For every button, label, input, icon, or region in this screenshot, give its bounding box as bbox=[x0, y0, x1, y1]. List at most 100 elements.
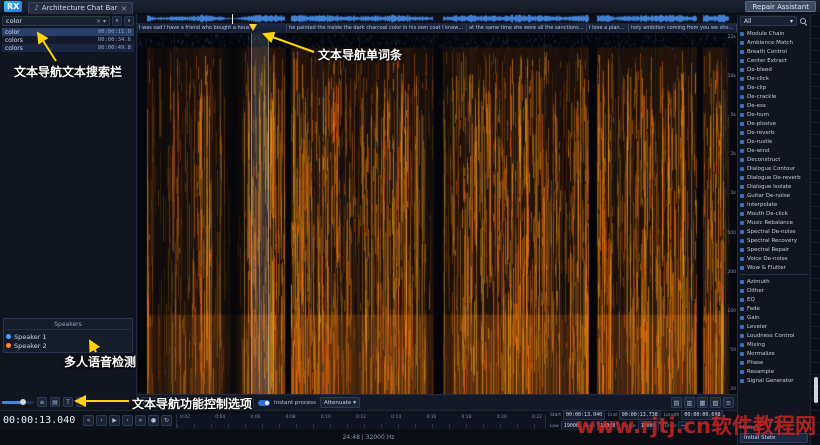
transport-button[interactable]: « bbox=[83, 415, 94, 426]
view-option-icon[interactable]: ▦ bbox=[697, 397, 708, 408]
transport-button[interactable]: ↻ bbox=[161, 415, 172, 426]
module-icon bbox=[740, 239, 744, 243]
module-item[interactable]: Leveler bbox=[740, 322, 808, 331]
text-nav-slider[interactable] bbox=[2, 401, 34, 404]
module-item[interactable]: Breath Control bbox=[740, 47, 808, 56]
module-filter-dropdown[interactable]: All ▾ bbox=[740, 16, 797, 26]
annotation-controls: 文本导航功能控制选项 bbox=[132, 395, 252, 412]
module-item[interactable]: Spectral Recovery bbox=[740, 236, 808, 245]
slider-knob[interactable] bbox=[20, 399, 26, 405]
module-item[interactable]: Loudness Control bbox=[740, 331, 808, 340]
repair-assistant-button[interactable]: Repair Assistant bbox=[745, 1, 816, 12]
module-item[interactable]: Mixing bbox=[740, 340, 808, 349]
file-tab[interactable]: ♪ Architecture Chat Bar × bbox=[28, 2, 133, 14]
speaker-row[interactable]: Speaker 1 bbox=[6, 332, 130, 341]
module-item[interactable]: Music Rebalance bbox=[740, 218, 808, 227]
module-icon bbox=[740, 68, 744, 72]
search-result-row[interactable]: color 00:00:11.0 bbox=[2, 28, 134, 36]
module-item[interactable]: Deconstruct bbox=[740, 155, 808, 164]
module-label: De-wind bbox=[747, 148, 770, 154]
module-item[interactable]: Guitar De-noise bbox=[740, 191, 808, 200]
module-item[interactable]: Azimuth bbox=[740, 277, 808, 286]
transcript-segment-label: he painted the inside the dark charcoal … bbox=[289, 25, 464, 31]
module-search-icon[interactable] bbox=[799, 17, 808, 26]
module-item[interactable]: Dither bbox=[740, 286, 808, 295]
ruler-tick-label: 0:18 bbox=[462, 415, 472, 420]
clear-search-icon[interactable]: × bbox=[96, 18, 101, 25]
search-result-row[interactable]: colors 00:00:34.6 bbox=[2, 36, 134, 44]
attenuate-dropdown[interactable]: Attenuate ▾ bbox=[320, 397, 360, 408]
text-search-input[interactable]: color × ▾ bbox=[2, 16, 110, 26]
module-label: De-bleed bbox=[747, 67, 772, 73]
module-item[interactable]: De-clip bbox=[740, 83, 808, 92]
transcript-segment-label: at the same time she wore all the sancti… bbox=[469, 25, 584, 31]
module-item[interactable]: Normalize bbox=[740, 349, 808, 358]
module-item[interactable]: De-wind bbox=[740, 146, 808, 155]
module-item[interactable]: Module Chain bbox=[740, 29, 808, 38]
transport-button[interactable]: ● bbox=[148, 415, 159, 426]
module-item[interactable]: Mouth De-click bbox=[740, 209, 808, 218]
module-item[interactable]: Gain bbox=[740, 313, 808, 322]
module-item[interactable]: Center Extract bbox=[740, 56, 808, 65]
transcript-segment[interactable]: he painted the inside the dark charcoal … bbox=[287, 24, 467, 32]
module-item[interactable]: De-reverb bbox=[740, 128, 808, 137]
search-result-row[interactable]: colors 00:00:49.8 bbox=[2, 44, 134, 52]
spectrogram-canvas[interactable] bbox=[137, 33, 737, 394]
scrollbar-thumb[interactable] bbox=[814, 377, 818, 403]
transcript-segment[interactable]: I was sad I have a friend who bought a h… bbox=[137, 24, 287, 32]
module-item[interactable]: Voice De-noise bbox=[740, 254, 808, 263]
search-next-button[interactable]: ∨ bbox=[124, 16, 134, 26]
speaker-row[interactable]: Speaker 2 bbox=[6, 341, 130, 350]
module-item[interactable]: Interpolate bbox=[740, 200, 808, 209]
module-item[interactable]: Dialogue Contour bbox=[740, 164, 808, 173]
transport-button[interactable]: » bbox=[135, 415, 146, 426]
module-item[interactable]: De-click bbox=[740, 74, 808, 83]
view-option-icon[interactable]: ▥ bbox=[684, 397, 695, 408]
module-item[interactable]: De-hum bbox=[740, 110, 808, 119]
module-item[interactable]: Resample bbox=[740, 367, 808, 376]
instant-process-toggle[interactable] bbox=[258, 400, 270, 406]
transcript-segment[interactable]: I love a plant m bbox=[587, 24, 629, 32]
module-icon bbox=[740, 334, 744, 338]
module-icon bbox=[740, 86, 744, 90]
timeline-ruler[interactable]: 0:020:040:060:080:100:120:140:160:180:20… bbox=[176, 414, 546, 428]
frequency-scale-label: 100 bbox=[725, 309, 736, 314]
transcript-segment[interactable]: at the same time she wore all the sancti… bbox=[467, 24, 587, 32]
view-option-icon[interactable]: ▧ bbox=[710, 397, 721, 408]
module-item[interactable]: Spectral De-noise bbox=[740, 227, 808, 236]
word-marker-icon[interactable] bbox=[249, 24, 257, 31]
module-item[interactable]: De-bleed bbox=[740, 65, 808, 74]
transcript-segment[interactable]: holy ambition coming from you we should … bbox=[629, 24, 737, 32]
view-option-icon[interactable]: ≡ bbox=[723, 397, 734, 408]
speaker-color-dot bbox=[6, 334, 11, 339]
module-item[interactable]: De-rustle bbox=[740, 137, 808, 146]
module-item[interactable]: De-ess bbox=[740, 101, 808, 110]
module-item[interactable]: EQ bbox=[740, 295, 808, 304]
module-item[interactable]: Ambience Match bbox=[740, 38, 808, 47]
result-term: colors bbox=[5, 37, 23, 44]
module-label: Module Chain bbox=[747, 31, 784, 37]
module-item[interactable]: Dialogue De-reverb bbox=[740, 173, 808, 182]
text-nav-control-icon[interactable]: T bbox=[63, 397, 73, 407]
chevron-down-icon[interactable]: ▾ bbox=[103, 18, 106, 25]
module-item[interactable]: Wow & Flutter bbox=[740, 263, 808, 272]
frequency-scale-label: 200 bbox=[725, 270, 736, 275]
module-item[interactable]: De-plosive bbox=[740, 119, 808, 128]
module-item[interactable]: Spectral Repair bbox=[740, 245, 808, 254]
text-nav-control-icon[interactable]: ▤ bbox=[50, 397, 60, 407]
transport-button[interactable]: ‹ bbox=[96, 415, 107, 426]
module-item[interactable]: Phase bbox=[740, 358, 808, 367]
search-prev-button[interactable]: ∧ bbox=[112, 16, 122, 26]
transport-button[interactable]: › bbox=[122, 415, 133, 426]
module-item[interactable]: Fade bbox=[740, 304, 808, 313]
transport-button[interactable]: ▶ bbox=[109, 415, 120, 426]
text-nav-control-icon[interactable]: ≡ bbox=[37, 397, 47, 407]
tab-close-icon[interactable]: × bbox=[120, 4, 127, 13]
text-nav-control-icon[interactable]: ↻ bbox=[76, 397, 86, 407]
waveform-overview[interactable] bbox=[137, 14, 737, 24]
module-item[interactable]: De-crackle bbox=[740, 92, 808, 101]
module-item[interactable]: Dialogue Isolate bbox=[740, 182, 808, 191]
module-label: Spectral Repair bbox=[747, 247, 789, 253]
module-item[interactable]: Signal Generator bbox=[740, 376, 808, 385]
view-option-icon[interactable]: ▤ bbox=[671, 397, 682, 408]
